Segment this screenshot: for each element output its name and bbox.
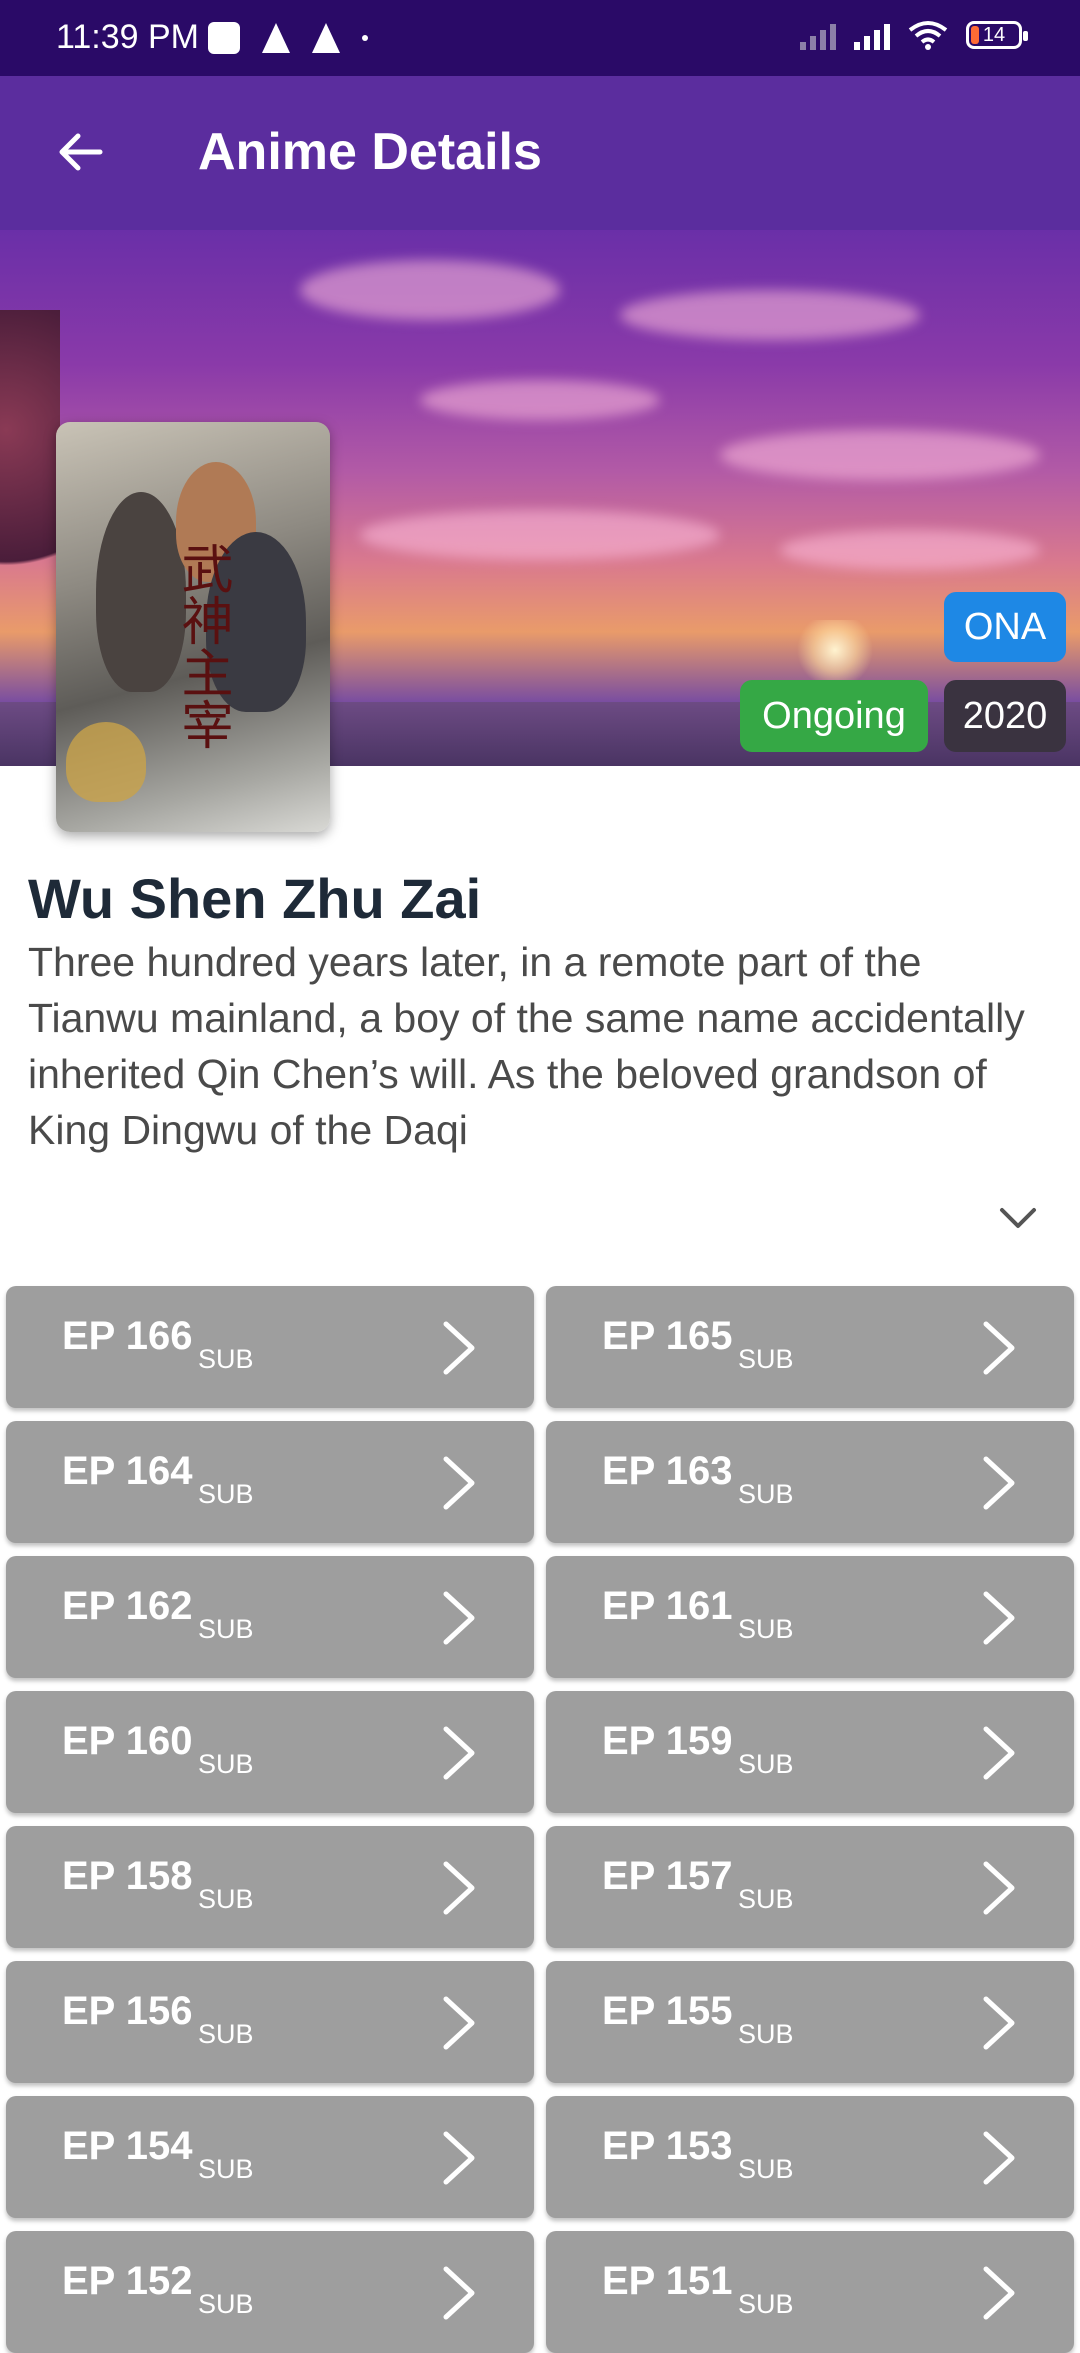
anime-description: Three hundred years later, in a remote p… [28, 939, 1025, 1153]
episode-card[interactable]: EP 157 SUB [546, 1826, 1074, 1948]
episode-tag: SUB [738, 2289, 794, 2319]
episode-card[interactable]: EP 162 SUB [6, 1556, 534, 1678]
episode-number: EP 165 [602, 1314, 733, 1358]
episode-number: EP 163 [602, 1449, 733, 1493]
chevron-right-icon [443, 1321, 475, 1375]
episode-number: EP 154 [62, 2124, 193, 2168]
expand-description-button[interactable] [992, 1198, 1044, 1238]
poster-title-text: 武神主宰 [172, 542, 232, 750]
no-signal-icon [800, 20, 836, 50]
episode-card[interactable]: EP 166 SUB [6, 1286, 534, 1408]
episode-number: EP 158 [62, 1854, 193, 1898]
notification-square-icon [208, 22, 240, 54]
wifi-icon [908, 20, 948, 50]
episode-number: EP 155 [602, 1989, 733, 2033]
episode-number: EP 166 [62, 1314, 193, 1358]
anime-title: Wu Shen Zhu Zai [28, 867, 482, 930]
chevron-down-icon [1000, 1208, 1036, 1228]
episode-card[interactable]: EP 160 SUB [6, 1691, 534, 1813]
chevron-right-icon [443, 2266, 475, 2320]
episode-card[interactable]: EP 164 SUB [6, 1421, 534, 1543]
status-badge: Ongoing [740, 680, 928, 752]
episode-card[interactable]: EP 159 SUB [546, 1691, 1074, 1813]
episode-tag: SUB [738, 1884, 794, 1914]
episode-tag: SUB [198, 1884, 254, 1914]
episode-number: EP 157 [602, 1854, 733, 1898]
dot-icon [362, 35, 368, 41]
year-badge: 2020 [944, 680, 1066, 752]
chevron-right-icon [983, 2266, 1015, 2320]
chevron-right-icon [443, 1726, 475, 1780]
episode-card[interactable]: EP 163 SUB [546, 1421, 1074, 1543]
episode-list: EP 166 SUB EP 165 SUB EP 164 SUB EP 163 SUB … [6, 1286, 1074, 2353]
episode-card[interactable]: EP 156 SUB [6, 1961, 534, 2083]
episode-tag: SUB [198, 1344, 254, 1374]
status-time: 11:39 PM [56, 18, 200, 56]
episode-number: EP 160 [62, 1719, 193, 1763]
episode-tag: SUB [738, 2019, 794, 2049]
back-button[interactable] [48, 120, 112, 184]
episode-tag: SUB [738, 1614, 794, 1644]
type-badge: ONA [944, 592, 1066, 662]
app-bar: Anime Details [0, 76, 1080, 230]
episode-card[interactable]: EP 153 SUB [546, 2096, 1074, 2218]
chevron-right-icon [983, 1591, 1015, 1645]
battery-icon: 14 [966, 21, 1028, 49]
battery-level: 14 [982, 23, 1006, 46]
chevron-right-icon [983, 1726, 1015, 1780]
arrow-left-icon [59, 133, 103, 171]
chevron-right-icon [983, 1456, 1015, 1510]
chevron-right-icon [983, 1861, 1015, 1915]
episode-card[interactable]: EP 161 SUB [546, 1556, 1074, 1678]
episode-tag: SUB [738, 2154, 794, 2184]
status-right-icons: 14 [800, 20, 1028, 50]
chevron-right-icon [443, 1591, 475, 1645]
chevron-right-icon [983, 1996, 1015, 2050]
page-title: Anime Details [198, 123, 542, 181]
chevron-right-icon [983, 2131, 1015, 2185]
episode-card[interactable]: EP 152 SUB [6, 2231, 534, 2353]
navigation-arrow-icon [312, 23, 340, 53]
episode-card[interactable]: EP 154 SUB [6, 2096, 534, 2218]
episode-card[interactable]: EP 155 SUB [546, 1961, 1074, 2083]
status-left-icons [208, 22, 368, 54]
anime-poster[interactable]: 武神主宰 [56, 422, 330, 832]
episode-tag: SUB [738, 1749, 794, 1779]
episode-number: EP 164 [62, 1449, 193, 1493]
status-bar: 11:39 PM 14 [0, 0, 1080, 76]
episode-tag: SUB [198, 2154, 254, 2184]
episode-tag: SUB [738, 1479, 794, 1509]
episode-card[interactable]: EP 151 SUB [546, 2231, 1074, 2353]
chevron-right-icon [443, 2131, 475, 2185]
episode-tag: SUB [198, 1749, 254, 1779]
navigation-arrow-icon [262, 23, 290, 53]
chevron-right-icon [443, 1861, 475, 1915]
episode-number: EP 153 [602, 2124, 733, 2168]
episode-number: EP 159 [602, 1719, 733, 1763]
episode-tag: SUB [738, 1344, 794, 1374]
episode-number: EP 152 [62, 2259, 193, 2303]
episode-number: EP 156 [62, 1989, 193, 2033]
chevron-right-icon [983, 1321, 1015, 1375]
chevron-right-icon [443, 1996, 475, 2050]
episode-tag: SUB [198, 1614, 254, 1644]
episode-number: EP 151 [602, 2259, 733, 2303]
episode-number: EP 162 [62, 1584, 193, 1628]
chevron-right-icon [443, 1456, 475, 1510]
episode-tag: SUB [198, 1479, 254, 1509]
episode-tag: SUB [198, 2289, 254, 2319]
episode-tag: SUB [198, 2019, 254, 2049]
signal-icon [854, 20, 890, 50]
episode-card[interactable]: EP 158 SUB [6, 1826, 534, 1948]
episode-card[interactable]: EP 165 SUB [546, 1286, 1074, 1408]
episode-number: EP 161 [602, 1584, 733, 1628]
